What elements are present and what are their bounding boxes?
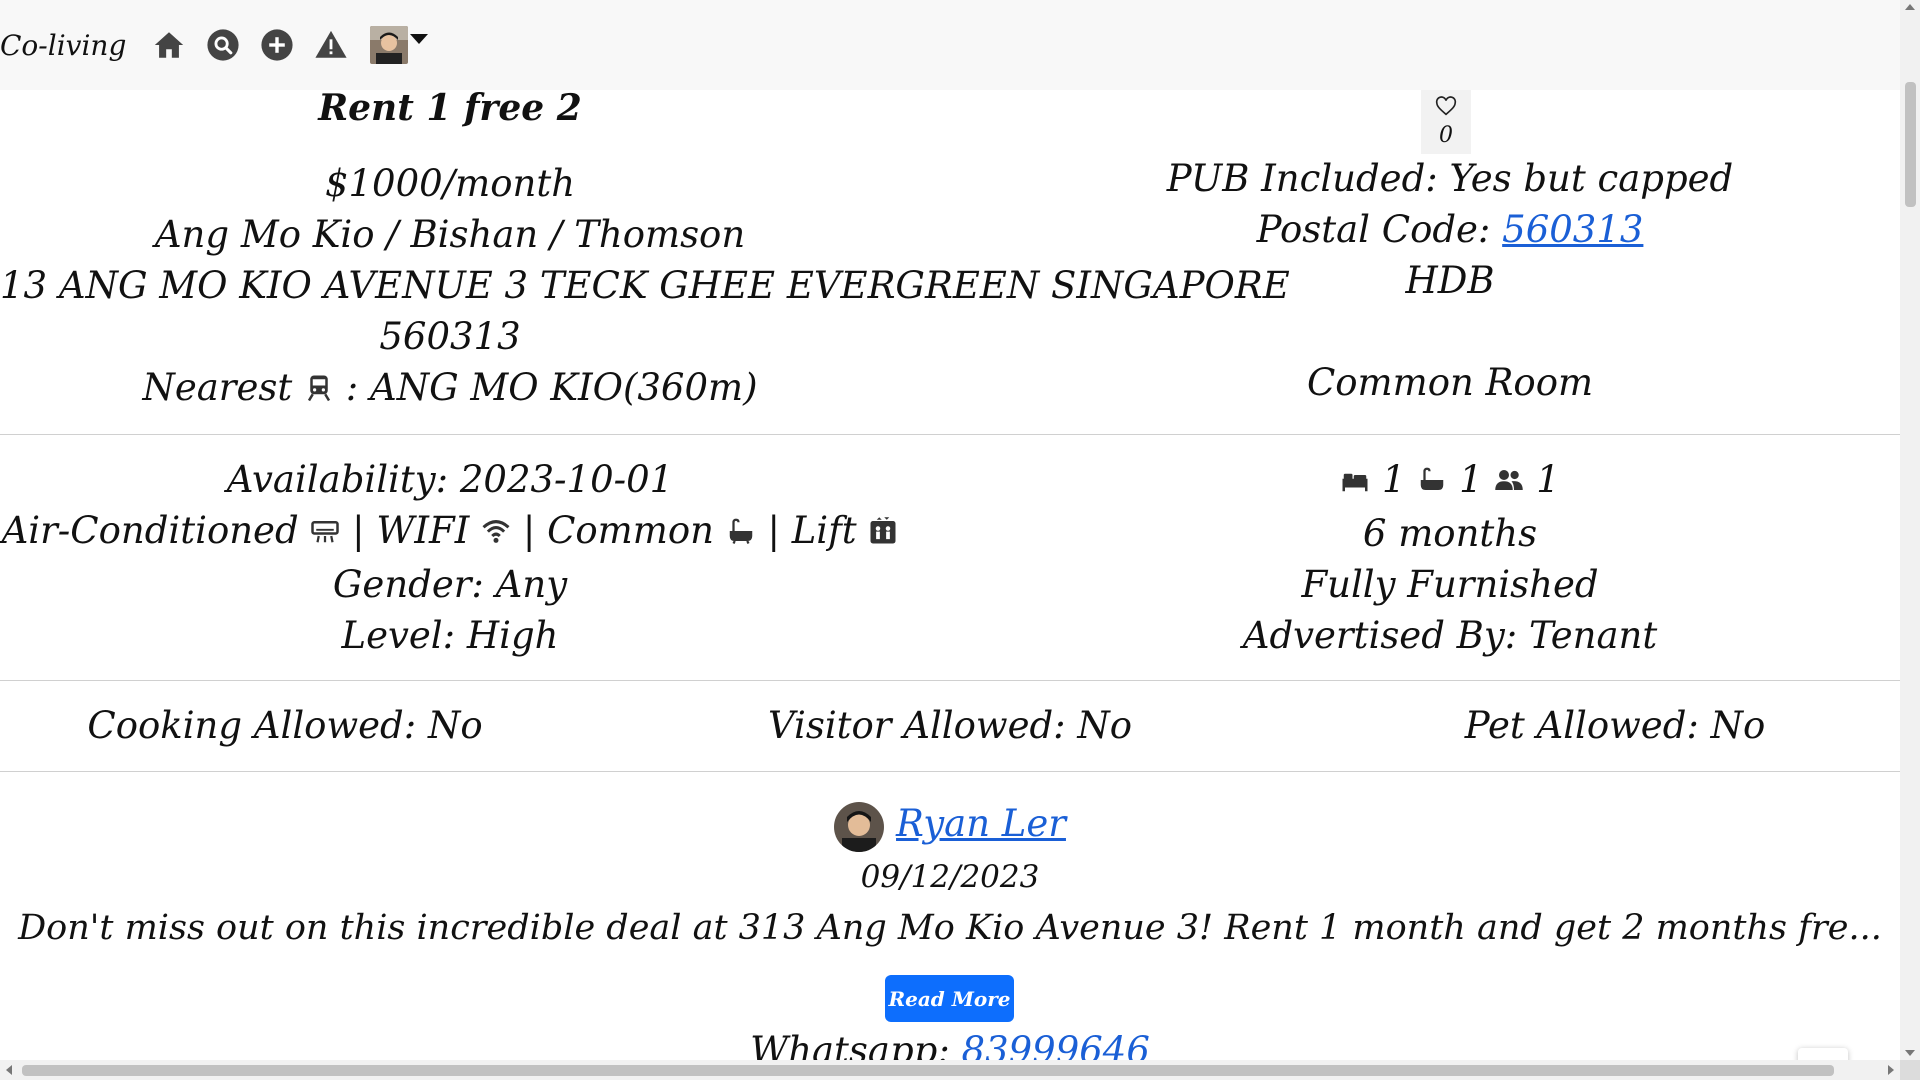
details-left-column: Availability: 2023-10-01 Air-Conditioned…: [0, 454, 900, 661]
listing-address-line2: 560313: [379, 315, 521, 358]
bathroom-count: 1: [1459, 458, 1483, 501]
navbar: Co-living: [0, 0, 1900, 90]
wifi-icon: [481, 508, 511, 559]
scroll-to-top-button[interactable]: [1798, 1048, 1848, 1060]
advertised-by: Advertised By: Tenant: [1242, 614, 1658, 657]
nearest-value: : ANG MO KIO(360m): [345, 366, 758, 409]
poster-avatar[interactable]: [834, 801, 885, 852]
lift-label: | Lift: [767, 509, 869, 552]
pub-included: PUB Included: Yes but capped: [1166, 157, 1734, 200]
nearest-label: Nearest: [142, 366, 293, 409]
listing-content: Rent 1 free 2 $1000/month Ang Mo Kio / B…: [0, 90, 1900, 1060]
poster-row: Ryan Ler: [0, 797, 1900, 852]
scroll-right-arrow[interactable]: [1888, 1065, 1894, 1075]
user-avatar[interactable]: [370, 26, 409, 64]
bathtub-icon: [1417, 457, 1447, 508]
whatsapp-label: Whatsapp:: [750, 1029, 962, 1060]
listing-nearest-mrt: Nearest : ANG MO KIO(360m): [0, 362, 900, 416]
poster-name-link[interactable]: Ryan Ler: [896, 802, 1066, 845]
listing-right-column: PUB Included: Yes but capped Postal Code…: [1000, 153, 1900, 408]
bed-icon: [1340, 457, 1370, 508]
user-menu-caret[interactable]: [410, 34, 429, 44]
amenities-line: Air-Conditioned | WIFI | Common | Lift: [0, 505, 900, 559]
listing-price: $1000/month: [324, 162, 576, 205]
whatsapp-line: Whatsapp: 83999646: [0, 1025, 1900, 1060]
elevator-icon: [868, 508, 898, 559]
post-date: 09/12/2023: [860, 858, 1040, 895]
horizontal-scroll-thumb[interactable]: [22, 1065, 1834, 1076]
heart-icon: [1435, 96, 1457, 116]
wifi-label: | WIFI: [352, 509, 482, 552]
room-type: Common Room: [1306, 361, 1594, 404]
postal-label: Postal Code:: [1256, 208, 1503, 251]
availability: Availability: 2023-10-01: [226, 458, 674, 501]
level: Level: High: [341, 614, 559, 657]
divider: [0, 680, 1900, 681]
gender: Gender: Any: [332, 563, 568, 606]
pet-allowed: Pet Allowed: No: [1464, 704, 1766, 747]
aircon-icon: [310, 508, 340, 559]
empty-line: [1000, 306, 1900, 357]
scroll-down-arrow[interactable]: [1905, 1050, 1915, 1056]
home-icon[interactable]: [152, 28, 186, 62]
like-count: 0: [1439, 123, 1453, 148]
property-type: HDB: [1405, 259, 1495, 302]
furnishing: Fully Furnished: [1301, 563, 1599, 606]
details-right-column: 1 1 1 6 months Fully Furnished Advertise…: [1000, 454, 1900, 661]
listing-left-column: Rent 1 free 2 $1000/month Ang Mo Kio / B…: [0, 90, 1290, 416]
cooking-allowed: Cooking Allowed: No: [87, 704, 483, 747]
train-icon: [304, 365, 334, 416]
post-description: Don't miss out on this incredible deal a…: [18, 907, 1882, 948]
visitor-allowed: Visitor Allowed: No: [767, 704, 1133, 747]
lease-term: 6 months: [1362, 512, 1538, 555]
listing-address-line1: 13 ANG MO KIO AVENUE 3 TECK GHEE EVERGRE…: [0, 264, 1290, 307]
scroll-up-arrow[interactable]: [1905, 4, 1915, 10]
listing-area: Ang Mo Kio / Bishan / Thomson: [154, 213, 746, 256]
room-counts: 1 1 1: [1000, 454, 1900, 508]
read-more-button[interactable]: Read More: [885, 975, 1014, 1022]
listing-title: Rent 1 free 2: [318, 90, 582, 129]
search-icon[interactable]: [206, 28, 240, 62]
whatsapp-number-link[interactable]: 83999646: [962, 1029, 1150, 1060]
postal-code-link[interactable]: 560313: [1502, 208, 1643, 251]
poster-section: Ryan Ler 09/12/2023 Don't miss out on th…: [0, 797, 1900, 954]
add-icon[interactable]: [260, 28, 294, 62]
brand-logo[interactable]: Co-living: [0, 29, 126, 62]
users-icon: [1494, 457, 1524, 508]
occupant-count: 1: [1536, 458, 1560, 501]
horizontal-scrollbar[interactable]: [0, 1060, 1920, 1080]
bath-icon: [726, 508, 756, 559]
like-button[interactable]: 0: [1421, 90, 1471, 154]
vertical-scrollbar[interactable]: [1900, 0, 1920, 1060]
postal-code: Postal Code: 560313: [1000, 204, 1900, 255]
vertical-scroll-thumb[interactable]: [1905, 82, 1916, 207]
scrollbar-corner: [1900, 1060, 1920, 1080]
bedroom-count: 1: [1382, 458, 1406, 501]
warning-icon[interactable]: [314, 28, 348, 62]
divider: [0, 434, 1900, 435]
aircon-label: Air-Conditioned: [1, 509, 311, 552]
common-bath-label: | Common: [522, 509, 726, 552]
scroll-left-arrow[interactable]: [6, 1065, 12, 1075]
divider: [0, 771, 1900, 772]
